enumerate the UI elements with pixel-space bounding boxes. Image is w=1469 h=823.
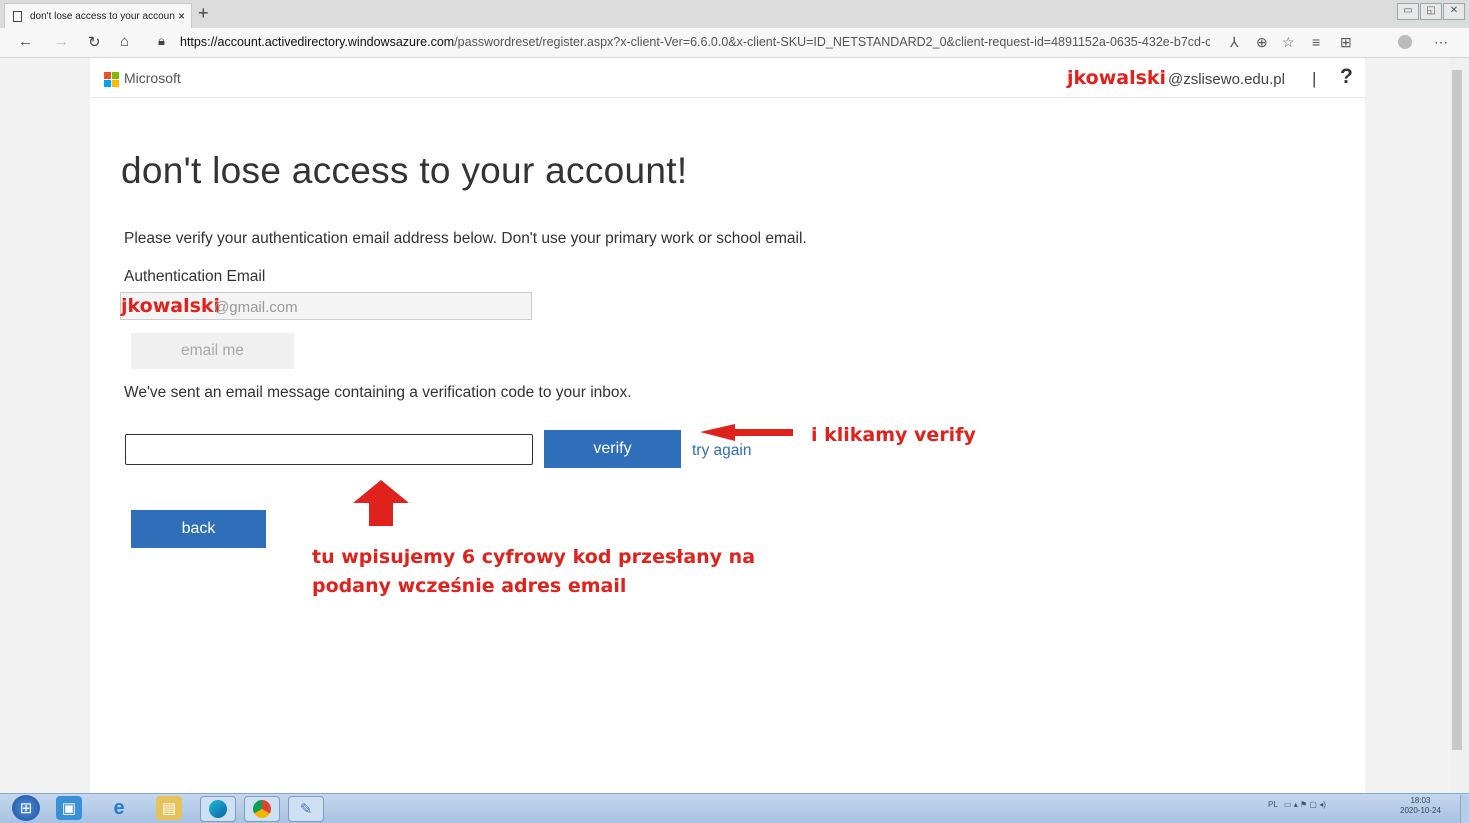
ie-icon[interactable]: e bbox=[106, 796, 132, 820]
code-hint-line1: tu wpisujemy 6 cyfrowy kod przesłany na bbox=[312, 546, 756, 568]
show-desktop-button[interactable] bbox=[1460, 795, 1469, 823]
start-orb-icon[interactable]: ⊞ bbox=[12, 795, 40, 821]
clock-time: 18:03 bbox=[1410, 796, 1431, 805]
clock-date: 2020-10-24 bbox=[1400, 806, 1441, 815]
tray-language[interactable]: PL bbox=[1268, 800, 1278, 809]
edge-icon[interactable] bbox=[200, 796, 236, 822]
verify-hint: i klikamy verify bbox=[811, 424, 976, 446]
chrome-icon[interactable] bbox=[244, 796, 280, 822]
code-hint-line2: podany wcześnie adres email bbox=[312, 575, 627, 597]
tray-icons[interactable]: ▭ ▴ ⚑ ▢ ◂) bbox=[1284, 800, 1326, 809]
explorer-icon[interactable]: ▣ bbox=[56, 796, 82, 820]
arrow-to-code-input bbox=[353, 480, 409, 526]
code-hint: tu wpisujemy 6 cyfrowy kod przesłany na … bbox=[312, 543, 755, 601]
paint-icon[interactable]: ✎ bbox=[288, 796, 324, 822]
system-clock[interactable]: 18:03 2020-10-24 bbox=[1400, 796, 1441, 816]
annotation-arrows bbox=[353, 424, 793, 526]
arrow-to-verify bbox=[700, 424, 793, 441]
folder-icon[interactable]: ▤ bbox=[156, 796, 182, 820]
